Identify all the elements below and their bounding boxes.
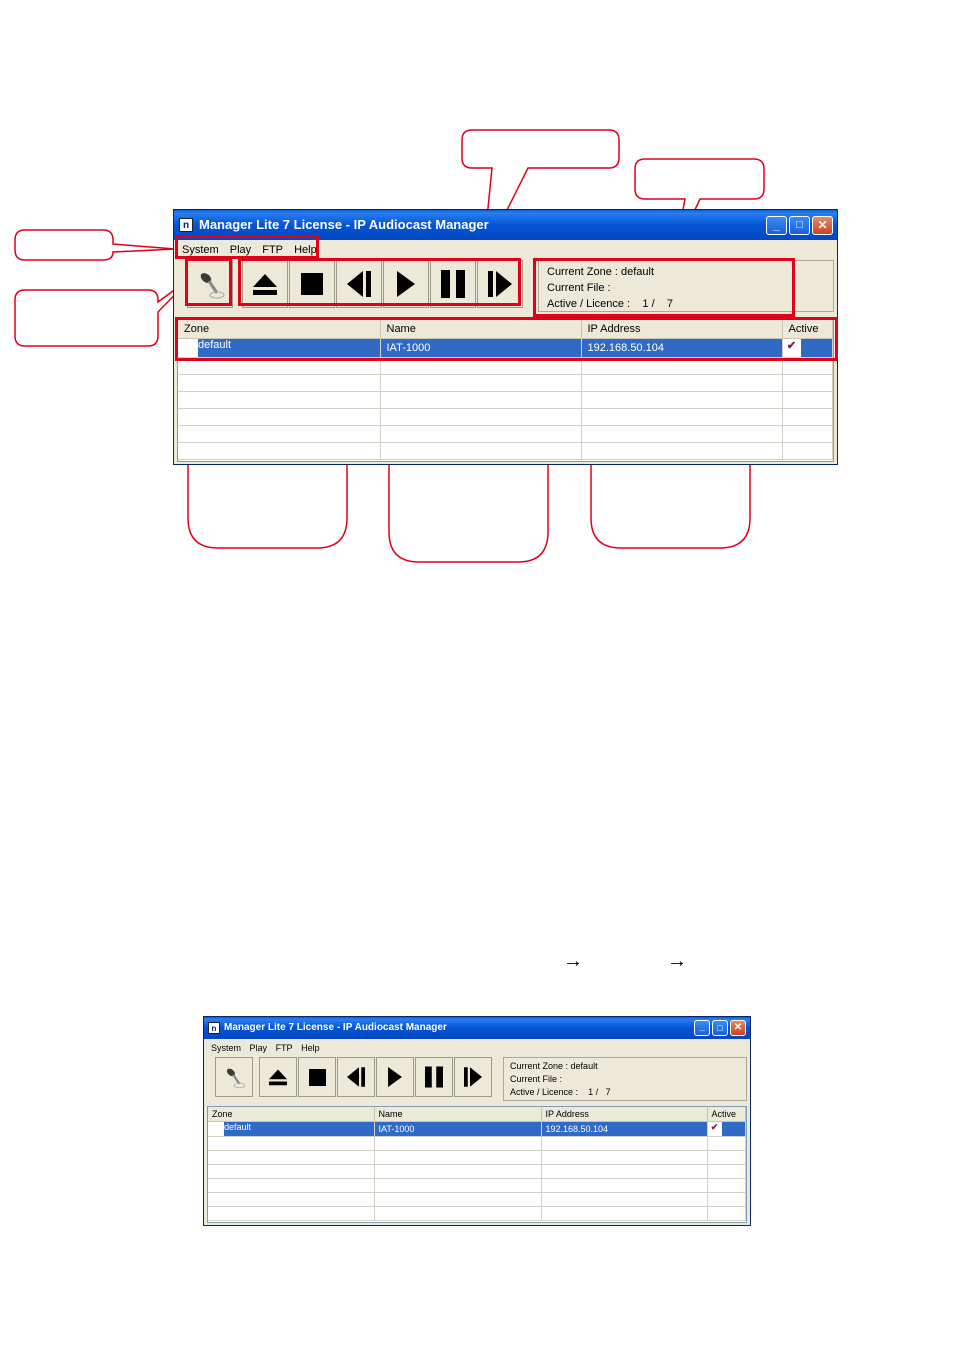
pause-button[interactable] — [430, 260, 476, 308]
maximize-button-2[interactable]: □ — [712, 1020, 728, 1036]
window-title: Manager Lite 7 License - IP Audiocast Ma… — [199, 217, 489, 232]
status-panel: Current Zone : default Current File : Ac… — [538, 260, 834, 312]
pause-icon — [441, 270, 465, 298]
zone-cell: default — [224, 1121, 252, 1132]
current-zone-label: Current Zone : — [547, 266, 618, 278]
app-logo-icon: n — [179, 218, 193, 232]
status-panel-2: Current Zone : default Current File : Ac… — [503, 1057, 747, 1101]
arrow-1: → — [563, 950, 583, 972]
menu-help[interactable]: Help — [294, 241, 317, 259]
toolbar — [177, 260, 537, 310]
toolbar-2 — [207, 1057, 502, 1099]
next-icon — [464, 1067, 482, 1087]
previous-button-2[interactable] — [337, 1057, 375, 1097]
current-file-label: Current File : — [510, 1074, 563, 1084]
play-button[interactable] — [383, 260, 429, 308]
microphone-button[interactable] — [187, 260, 233, 308]
active-checkbox[interactable]: ✔ — [707, 1121, 722, 1135]
licence-active: 1 / — [642, 298, 655, 310]
app-window: Manager Lite 7 License - IP Audiocast Ma… — [203, 1016, 751, 1226]
close-button-2[interactable]: ✕ — [730, 1020, 746, 1036]
pause-icon — [425, 1066, 443, 1088]
eject-button-2[interactable] — [259, 1057, 297, 1097]
stop-icon — [301, 273, 323, 295]
callout-mic — [14, 276, 193, 347]
current-zone-value: default — [570, 1061, 598, 1071]
title-bar-2[interactable]: Manager Lite 7 License - IP Audiocast Ma… — [204, 1017, 750, 1039]
menu-ftp[interactable]: FTP — [262, 241, 283, 259]
microphone-icon — [200, 273, 225, 299]
maximize-button[interactable]: □ — [789, 216, 810, 235]
close-button[interactable]: ✕ — [812, 216, 833, 235]
pause-button-2[interactable] — [415, 1057, 453, 1097]
current-zone-label: Current Zone : — [510, 1061, 569, 1071]
microphone-icon — [226, 1068, 246, 1089]
licence-total: 7 — [666, 298, 673, 310]
column-header-ip[interactable]: IP Address — [581, 320, 783, 339]
stop-button[interactable] — [289, 260, 335, 308]
stop-button-2[interactable] — [298, 1057, 336, 1097]
table-row[interactable]: default IAT-1000 192.168.50.104 ✔ — [208, 1121, 746, 1137]
window-title-2: Manager Lite 7 License - IP Audiocast Ma… — [224, 1022, 447, 1033]
next-button-2[interactable] — [454, 1057, 492, 1097]
zone-grid: Zone Name IP Address Active default IAT-… — [177, 319, 834, 462]
column-header-name[interactable]: Name — [374, 1107, 542, 1122]
arrow-2: → — [667, 950, 687, 972]
previous-icon — [347, 271, 371, 297]
microphone-button-2[interactable] — [215, 1057, 253, 1097]
column-header-name[interactable]: Name — [380, 320, 582, 339]
callout-menu — [14, 229, 176, 261]
table-row[interactable]: default IAT-1000 192.168.50.104 ✔ — [178, 338, 833, 358]
name-cell: IAT-1000 — [378, 1123, 415, 1134]
menu-system[interactable]: System — [182, 241, 219, 259]
menu-play[interactable]: Play — [230, 241, 251, 259]
eject-button[interactable] — [242, 260, 288, 308]
column-header-zone[interactable]: Zone — [208, 1107, 375, 1122]
minimize-button[interactable]: _ — [766, 216, 787, 235]
menu-bar-2: System Play FTP Help — [207, 1040, 747, 1056]
next-button[interactable] — [477, 260, 523, 308]
app-window-annotated: Manager Lite 7 License - IP Audiocast Ma… — [173, 209, 838, 465]
menu-help-2[interactable]: Help — [301, 1040, 320, 1056]
menu-system-2[interactable]: System — [211, 1040, 241, 1056]
name-cell: IAT-1000 — [386, 341, 431, 354]
ip-cell: 192.168.50.104 — [545, 1123, 609, 1134]
current-zone-value: default — [620, 266, 655, 278]
play-icon — [397, 271, 415, 297]
licence-total: 7 — [605, 1087, 611, 1097]
licence-label: Active / Licence : — [547, 298, 631, 310]
menu-ftp-2[interactable]: FTP — [276, 1040, 293, 1056]
play-icon — [388, 1067, 402, 1087]
column-header-active[interactable]: Active — [707, 1107, 746, 1122]
current-file-label: Current File : — [547, 282, 611, 294]
column-header-active[interactable]: Active — [782, 320, 833, 339]
zone-grid-2: Zone Name IP Address Active default IAT-… — [207, 1106, 747, 1223]
eject-icon — [269, 1069, 287, 1086]
eject-icon — [253, 274, 277, 295]
column-header-zone[interactable]: Zone — [178, 320, 381, 339]
previous-icon — [347, 1067, 365, 1087]
licence-active: 1 / — [588, 1087, 599, 1097]
ip-cell: 192.168.50.104 — [587, 341, 664, 354]
menu-play-2[interactable]: Play — [250, 1040, 268, 1056]
column-header-ip[interactable]: IP Address — [541, 1107, 708, 1122]
title-bar[interactable]: Manager Lite 7 License - IP Audiocast Ma… — [174, 210, 837, 240]
licence-label: Active / Licence : — [510, 1087, 579, 1097]
next-icon — [488, 271, 512, 297]
minimize-button-2[interactable]: _ — [694, 1020, 710, 1036]
app-logo-icon-2: n — [208, 1022, 220, 1034]
previous-button[interactable] — [336, 260, 382, 308]
play-button-2[interactable] — [376, 1057, 414, 1097]
zone-cell: default — [198, 338, 232, 351]
active-checkbox[interactable]: ✔ — [782, 338, 801, 356]
stop-icon — [308, 1068, 326, 1086]
menu-bar: System Play FTP Help — [177, 241, 834, 259]
